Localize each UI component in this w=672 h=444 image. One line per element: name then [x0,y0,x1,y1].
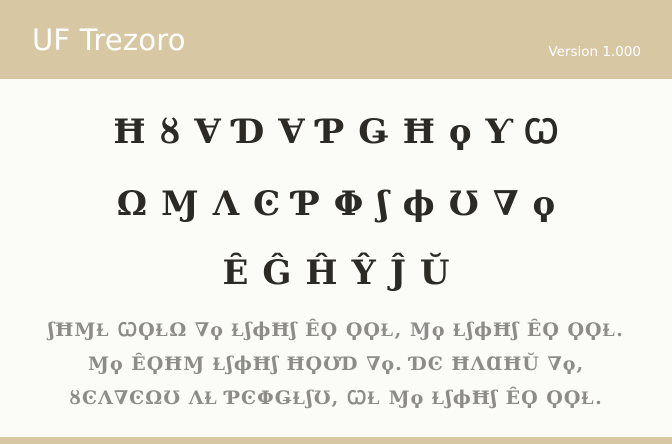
glyph: Ʊ [448,184,479,224]
glyph: Ɗ [234,112,265,152]
font-specimen-page: UF Trezoro Version 1.000 ĦȣⱯƊⱯƤǤĦϙƳꞶ ΩⱮΛ… [0,0,672,444]
glyph: ϙ [448,112,472,152]
glyph: Ƴ [485,112,510,152]
glyph: ϕ [402,184,435,224]
glyph-row-2: Ω Ɱ Λ Ͼ Ƥ Φʃ ϕ Ʊ ∇ ϙ [0,182,672,226]
glyph: ∇ [492,184,519,224]
glyph: Ħ [113,112,146,152]
glyph: Ǥ [358,112,389,152]
footer-bar [0,437,672,444]
glyph: Φ [333,184,364,224]
version-label: Version 1.000 [548,44,641,60]
glyph: Ĵ [389,253,406,293]
glyph: Ħ [402,112,435,152]
glyph: ʃ [377,184,389,224]
glyph: Ŭ [419,253,450,293]
glyph: Λ [212,184,240,224]
glyph: Ȇ [222,253,249,293]
glyph: Ĝ [262,253,292,293]
glyph: Ͼ [253,184,281,224]
glyph: Ɱ [161,184,199,224]
sample-text-line-1: ʃĦⱮⱢ ꞶϘⱢΩ ∇ϙ ⱢʃϕĦʃ ȆϘ ϘϘⱢ, Ɱϙ ⱢʃϕĦʃ ȆϘ Ϙ… [48,319,624,341]
sample-text-line-3: ȣϾΛ∇ϾΩƱ ΛⱢ ƤϾΦǤⱢʃƱ, ꞶⱢ Ɱϙ ⱢʃϕĦʃ ȆϘ ϘϘⱢ. [69,387,603,409]
glyph: ȣ [159,112,181,152]
sample-text-line-2: Ɱϙ ȆϘĦⱮ ⱢʃϕĦʃ ĦϘƱƊ ∇ϙ. ƊϾ ĦΛⱭĦŬ ∇ϙ, [87,353,585,375]
font-name-title: UF Trezoro [32,23,186,57]
glyph: Ɐ [278,112,305,152]
header-bar: UF Trezoro Version 1.000 [0,0,672,79]
glyph: Ƥ [318,112,345,152]
glyph-row-1: ĦȣⱯƊⱯƤǤĦϙƳꞶ [0,110,672,154]
glyph-row-3: ȆĜĤŶĴŬ [0,251,672,295]
glyph: Ω [116,184,148,224]
glyph: Ɐ [194,112,221,152]
glyph: ϙ [532,184,556,224]
glyph: Ƥ [294,184,320,224]
glyph: Ŷ [351,253,376,293]
glyph: Ꞷ [523,112,559,152]
glyph: Ĥ [305,253,338,293]
